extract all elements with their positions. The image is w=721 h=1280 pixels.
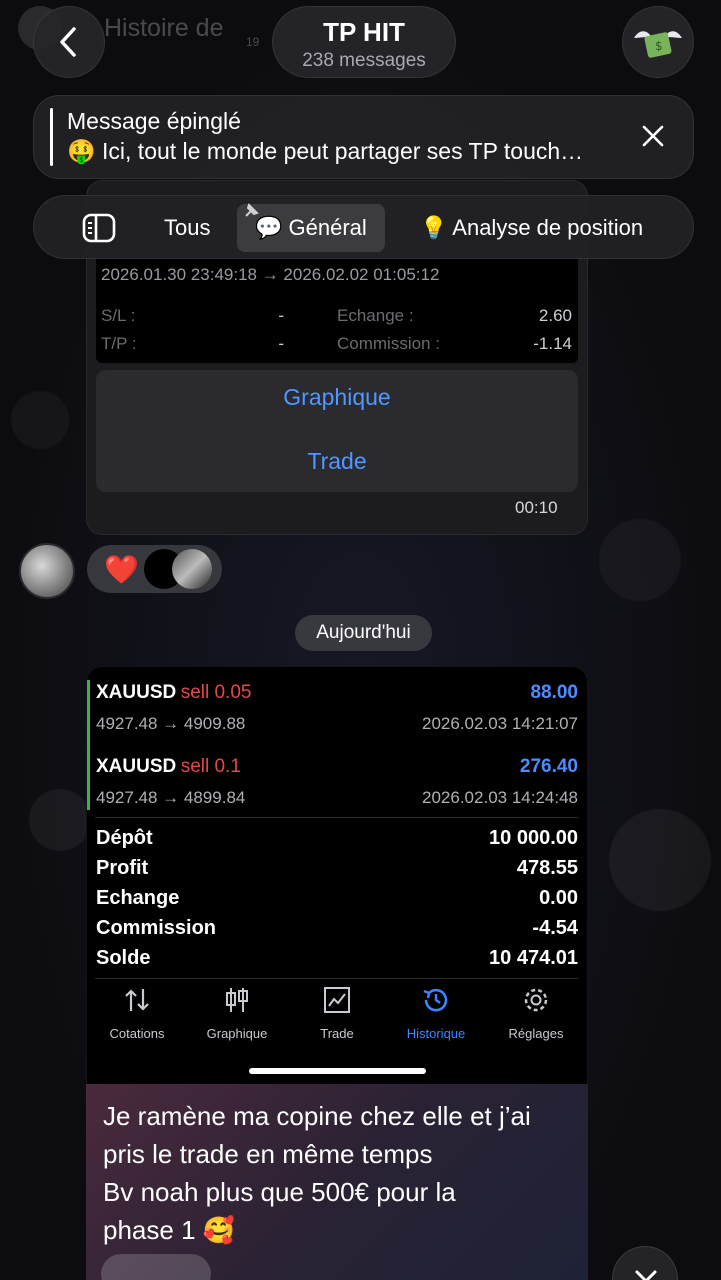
trade-profit: 276.40 bbox=[519, 756, 578, 777]
trade-time: 2026.02.03 14:24:48 bbox=[422, 788, 578, 807]
summary-label-commission: Commission bbox=[96, 917, 217, 939]
svg-text:$: $ bbox=[655, 39, 663, 53]
caption-line: Je ramène ma copine chez elle et j’ai bbox=[103, 1101, 531, 1131]
gear-icon bbox=[524, 988, 548, 1012]
sl-label: S/L : bbox=[101, 306, 136, 325]
divider bbox=[95, 978, 578, 979]
close-icon[interactable] bbox=[639, 122, 667, 150]
trade-row: XAUUSD sell 0.1 bbox=[96, 756, 241, 778]
menu-item-trade[interactable]: Trade bbox=[96, 448, 578, 475]
pinned-indicator-bar bbox=[50, 108, 53, 166]
sender-avatar[interactable] bbox=[19, 543, 75, 599]
swap-value: 2.60 bbox=[538, 306, 572, 325]
chevron-left-icon bbox=[60, 27, 76, 57]
ticket-dates: 2026.01.30 23:49:18 → 2026.02.02 01:05:1… bbox=[101, 265, 440, 284]
caption-reaction-pill[interactable] bbox=[101, 1254, 211, 1280]
nav-trade: Trade bbox=[287, 985, 387, 1041]
caption-line: Bv noah plus que 500€ pour la bbox=[103, 1177, 456, 1207]
nav-quotes: Cotations bbox=[87, 985, 187, 1041]
summary-value-swap: 0.00 bbox=[539, 887, 578, 909]
summary-value-commission: -4.54 bbox=[532, 917, 578, 939]
swap-label: Echange : bbox=[337, 306, 414, 325]
trade-profit: 88.00 bbox=[530, 682, 578, 703]
nav-settings: Réglages bbox=[486, 985, 586, 1041]
trade-group-indicator bbox=[87, 680, 90, 810]
sl-value: - bbox=[278, 306, 284, 325]
group-avatar-button[interactable]: $ bbox=[622, 6, 694, 78]
chat-title: TP HIT bbox=[323, 17, 405, 47]
summary-label-balance: Solde bbox=[96, 947, 151, 969]
divider bbox=[95, 817, 578, 818]
nav-history: Historique bbox=[386, 985, 486, 1041]
candlestick-icon bbox=[226, 988, 248, 1012]
trade-side: sell 0.1 bbox=[180, 756, 241, 777]
commission-label: Commission : bbox=[337, 334, 440, 353]
message-caption-text: Je ramène ma copine chez elle et j’ai pr… bbox=[103, 1097, 583, 1249]
commission-value: -1.14 bbox=[533, 334, 572, 353]
pinned-label: Message épinglé bbox=[67, 108, 241, 134]
trade-row: XAUUSD sell 0.05 bbox=[96, 682, 251, 704]
history-clock-icon bbox=[423, 988, 448, 1012]
summary-label-deposit: Dépôt bbox=[96, 827, 153, 849]
summary-label-swap: Echange bbox=[96, 887, 180, 909]
chat-subtitle: 238 messages bbox=[302, 50, 426, 71]
tab-position-analysis[interactable]: 💡 Analyse de position bbox=[420, 196, 643, 260]
pinned-message-banner[interactable]: Message épinglé 🤑 Ici, tout le monde peu… bbox=[33, 95, 694, 179]
nav-history-label: Historique bbox=[406, 1026, 466, 1041]
pinned-text: 🤑 Ici, tout le monde peut partager ses T… bbox=[67, 138, 584, 164]
trade-time: 2026.02.03 14:21:07 bbox=[422, 714, 578, 733]
sidebar-toggle-icon[interactable] bbox=[82, 212, 116, 244]
nav-settings-label: Réglages bbox=[508, 1026, 564, 1041]
trade-symbol: XAUUSD bbox=[96, 682, 177, 703]
nav-chart: Graphique bbox=[187, 985, 287, 1041]
line-chart-icon bbox=[324, 987, 350, 1013]
nav-quotes-label: Cotations bbox=[109, 1026, 165, 1041]
faded-time: 19 bbox=[246, 35, 260, 49]
trade-symbol: XAUUSD bbox=[96, 756, 177, 777]
trade-prices: 4927.48 → 4909.88 bbox=[96, 714, 246, 733]
tp-label: T/P : bbox=[101, 334, 137, 353]
message-time: 00:10 bbox=[515, 498, 558, 517]
chevron-down-icon bbox=[635, 1270, 657, 1280]
context-menu: Graphique Trade bbox=[96, 370, 578, 492]
home-indicator bbox=[249, 1068, 426, 1074]
nav-chart-label: Graphique bbox=[206, 1026, 268, 1041]
menu-item-chart[interactable]: Graphique bbox=[96, 384, 578, 411]
caption-line: pris le trade en même temps bbox=[103, 1139, 433, 1169]
date-separator: Aujourd'hui bbox=[295, 615, 432, 651]
summary-value-deposit: 10 000.00 bbox=[489, 827, 578, 849]
tp-value: - bbox=[278, 334, 284, 353]
trade-side: sell 0.05 bbox=[180, 682, 252, 703]
back-button[interactable] bbox=[33, 6, 105, 78]
faded-title-text: Histoire de bbox=[104, 14, 224, 42]
caption-line: phase 1 🥰 bbox=[103, 1215, 236, 1245]
arrows-updown-icon bbox=[125, 989, 149, 1011]
tab-all[interactable]: Tous bbox=[164, 196, 210, 260]
heart-reaction: ❤️ bbox=[104, 554, 139, 585]
summary-value-profit: 478.55 bbox=[516, 857, 578, 879]
pin-icon bbox=[245, 203, 259, 217]
chat-title-pill[interactable]: TP HIT 238 messages bbox=[272, 6, 456, 78]
reactor-avatar bbox=[172, 549, 212, 589]
summary-label-profit: Profit bbox=[96, 857, 149, 879]
nav-trade-label: Trade bbox=[320, 1026, 354, 1041]
trade-prices: 4927.48 → 4899.84 bbox=[96, 788, 246, 807]
summary-value-balance: 10 474.01 bbox=[489, 947, 578, 969]
money-wings-icon: $ bbox=[634, 31, 682, 58]
topic-tabs: Tous 💬 Général 💡 Analyse de position bbox=[33, 195, 694, 259]
